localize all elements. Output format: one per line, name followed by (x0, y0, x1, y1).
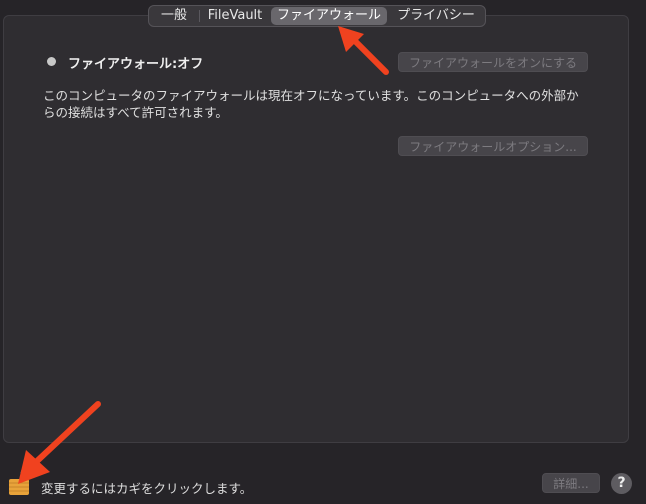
firewall-status-indicator (47, 57, 56, 66)
tab-bar: 一般 FileVault ファイアウォール プライバシー (148, 5, 486, 27)
tab-privacy[interactable]: プライバシー (388, 6, 484, 26)
help-button[interactable]: ? (611, 473, 632, 494)
unlocked-padlock-icon[interactable] (8, 466, 34, 496)
lock-instruction-text: 変更するにはカギをクリックします。 (41, 481, 253, 496)
firewall-options-button[interactable]: ファイアウォールオプション... (398, 136, 588, 156)
settings-panel (3, 15, 629, 443)
tab-filevault[interactable]: FileVault (200, 6, 270, 26)
turn-on-firewall-button[interactable]: ファイアウォールをオンにする (398, 52, 588, 72)
advanced-button[interactable]: 詳細... (542, 473, 600, 493)
firewall-status-label: ファイアウォール:オフ (68, 57, 204, 72)
tab-firewall[interactable]: ファイアウォール (271, 7, 387, 25)
firewall-description: このコンピュータのファイアウォールは現在オフになっています。このコンピュータへの… (43, 88, 579, 120)
tab-general[interactable]: 一般 (149, 6, 199, 26)
